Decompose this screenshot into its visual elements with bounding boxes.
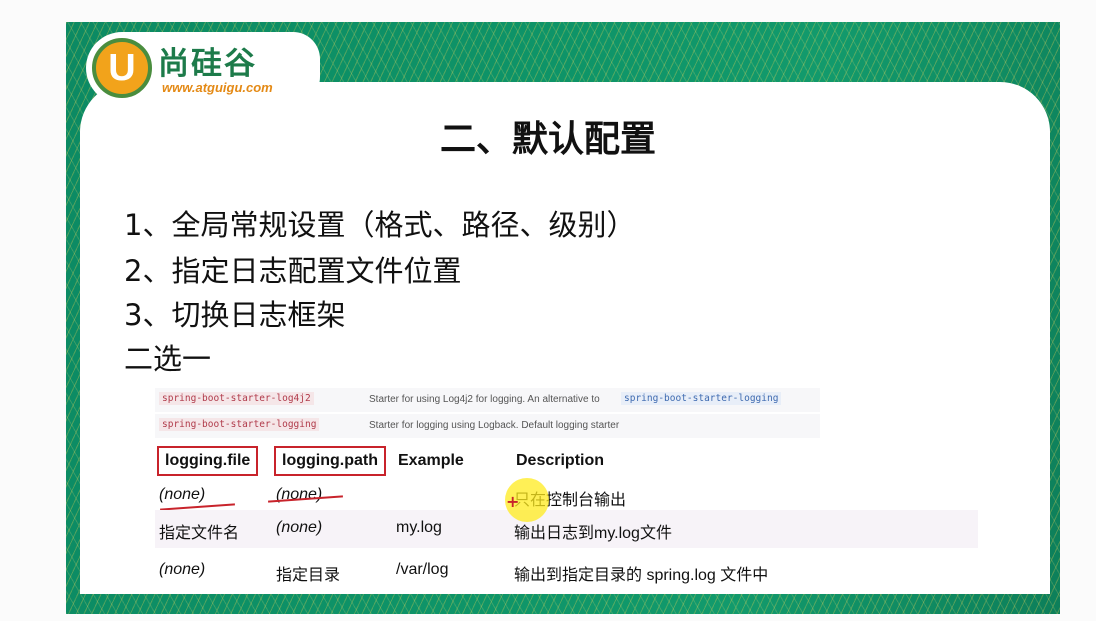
starter-code: spring-boot-starter-logging [159,418,320,431]
row3-path: 指定目录 [276,567,341,584]
row2-example: my.log [396,519,442,536]
row2-file: 指定文件名 [159,525,240,542]
atguigu-logo: U 尚硅谷 www.atguigu.com [86,32,320,104]
starter-row-log4j2: spring-boot-starter-log4j2 Starter for u… [155,388,820,412]
starter-link[interactable]: spring-boot-starter-logging [621,392,782,405]
starter-row-logging: spring-boot-starter-logging Starter for … [155,414,820,438]
starter-code: spring-boot-starter-log4j2 [159,392,314,405]
logo-name: 尚硅谷 [158,46,257,82]
row2-path: (none) [276,519,323,536]
header-logging-path: logging.path [274,446,386,476]
slide-title: 二、默认配置 [439,119,656,160]
logo-u-icon: U [92,38,152,98]
header-description: Description [516,452,605,469]
choose-one-label: 二选一 [124,342,212,376]
header-example: Example [398,452,464,469]
row3-file: (none) [159,561,206,578]
point-3: 3、切换日志框架 [124,298,346,332]
row1-file: (none) [159,486,206,503]
point-1: 1、全局常规设置（格式、路径、级别） [124,208,636,242]
row3-example: /var/log [396,561,449,578]
starter-description: Starter for using Log4j2 for logging. An… [369,394,600,405]
point-2: 2、指定日志配置文件位置 [124,254,462,288]
row2-description: 输出日志到my.log文件 [514,525,672,542]
starter-description: Starter for logging using Logback. Defau… [369,420,620,431]
row3-description: 输出到指定目录的 spring.log 文件中 [514,567,769,584]
logo-url: www.atguigu.com [162,80,273,95]
header-logging-file: logging.file [157,446,259,476]
cursor-cross-icon: + [506,492,520,511]
